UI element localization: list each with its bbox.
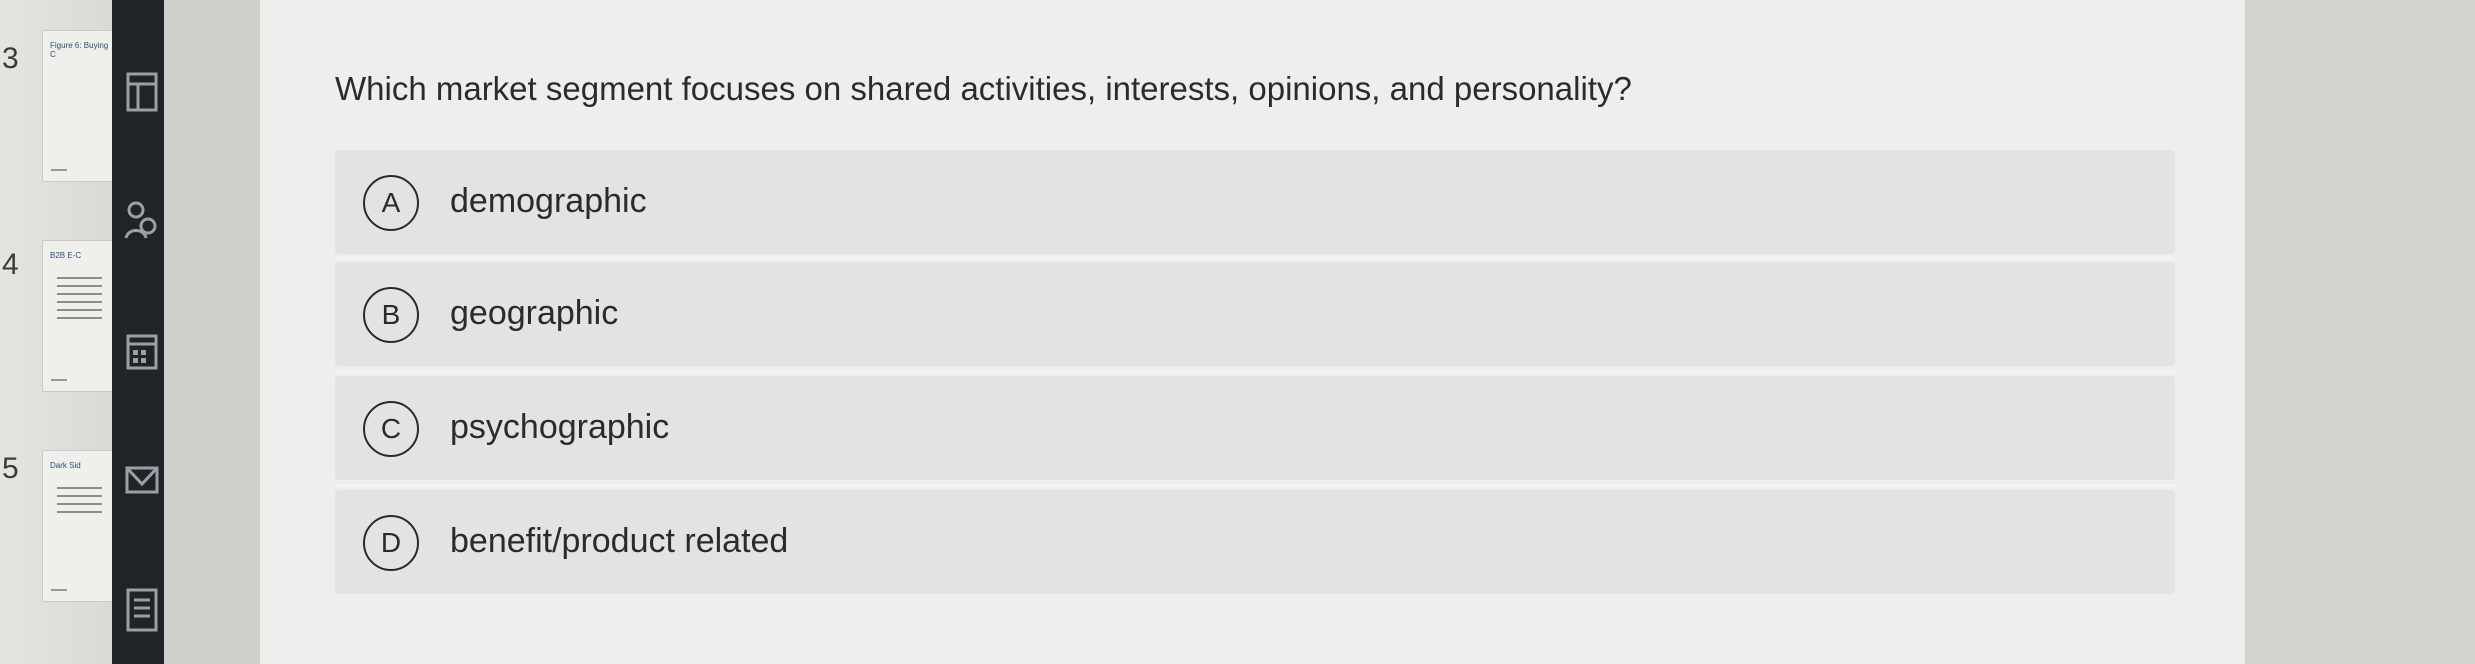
option-letter-badge: C (363, 401, 419, 457)
slide-thumbnail[interactable]: Figure 6: Buying C (42, 30, 114, 182)
answer-option-a[interactable]: A demographic (335, 150, 2175, 254)
slide-thumbnail-title: Dark Sid (50, 461, 81, 470)
slide-thumbnail[interactable]: B2B E-C (42, 240, 114, 392)
option-letter-badge: D (363, 515, 419, 571)
people-icon[interactable] (124, 198, 160, 242)
thumbnail-text-lines (57, 487, 102, 519)
question-text: Which market segment focuses on shared a… (335, 70, 1632, 107)
calendar-icon[interactable] (124, 328, 160, 372)
slide-thumbnail[interactable]: Dark Sid (42, 450, 114, 602)
document-icon[interactable] (124, 588, 160, 632)
option-letter-badge: B (363, 287, 419, 343)
thumbnail-footer (51, 169, 67, 171)
slide-number: 4 (2, 248, 19, 281)
thumbnail-text-lines (57, 277, 102, 325)
option-divider (335, 484, 2175, 487)
option-label: benefit/product related (450, 522, 789, 560)
option-divider (335, 370, 2175, 373)
answer-option-d[interactable]: D benefit/product related (335, 490, 2175, 594)
slide-thumbnail-panel: 3 Figure 6: Buying C 4 B2B E-C 5 Dark Si… (0, 0, 120, 664)
option-label: demographic (450, 182, 647, 220)
side-toolbar (112, 0, 164, 664)
slide-number: 3 (2, 42, 19, 75)
slide-thumbnail-title: B2B E-C (50, 251, 82, 260)
right-margin (2245, 0, 2475, 664)
slide-number: 5 (2, 452, 19, 485)
option-label: geographic (450, 294, 619, 332)
slide-icon[interactable] (124, 70, 160, 114)
thumbnail-footer (51, 589, 67, 591)
gutter (164, 0, 260, 664)
answer-option-c[interactable]: C psychographic (335, 376, 2175, 480)
thumbnail-footer (51, 379, 67, 381)
slide-thumbnail-title: Figure 6: Buying C (50, 41, 109, 59)
answer-option-b[interactable]: B geographic (335, 262, 2175, 366)
option-label: psychographic (450, 408, 670, 446)
option-divider (335, 256, 2175, 259)
mail-icon[interactable] (124, 458, 160, 502)
option-letter-badge: A (363, 175, 419, 231)
